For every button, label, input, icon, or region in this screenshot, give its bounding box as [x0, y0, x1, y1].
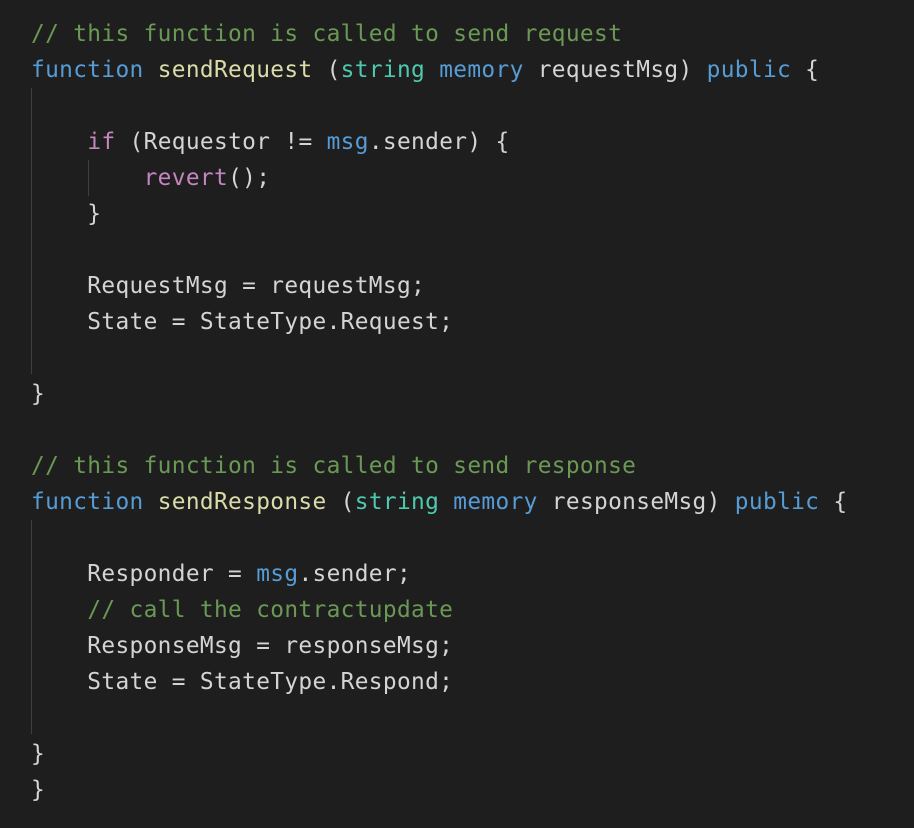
code-line: }: [31, 196, 101, 232]
code-line: // this function is called to send respo…: [31, 448, 636, 484]
code-token: public: [706, 57, 792, 83]
code-line: State = StateType.Request;: [31, 304, 453, 340]
code-line: }: [31, 736, 45, 772]
code-token: }: [31, 381, 46, 407]
code-token: sendRequest: [157, 57, 313, 83]
code-token: }: [31, 741, 46, 767]
code-token: memory: [453, 489, 538, 515]
code-token: revert: [143, 165, 229, 191]
code-token: if: [87, 129, 116, 155]
code-line: function sendRequest (string memory requ…: [31, 52, 819, 88]
code-token: (Requestor !=: [115, 129, 327, 155]
code-token: State = StateType.Request;: [31, 309, 454, 335]
code-line: }: [31, 376, 45, 412]
code-token: msg: [326, 129, 369, 155]
code-token: string: [340, 57, 426, 83]
code-token: {: [791, 57, 820, 83]
code-line: function sendResponse (string memory res…: [31, 484, 847, 520]
code-token: {: [819, 489, 848, 515]
code-line: // call the contractupdate: [31, 592, 453, 628]
code-line: // this function is called to send reque…: [31, 16, 622, 52]
indent-guide: [31, 88, 32, 374]
code-token: // this function is called to send reque…: [31, 21, 623, 47]
code-token: RequestMsg = requestMsg;: [31, 273, 426, 299]
code-token: // this function is called to send respo…: [31, 453, 637, 479]
code-line: revert();: [31, 160, 270, 196]
code-token: msg: [256, 561, 299, 587]
code-token: }: [31, 201, 102, 227]
code-editor[interactable]: // this function is called to send reque…: [0, 0, 914, 828]
code-line: ResponseMsg = responseMsg;: [31, 628, 453, 664]
code-token: ResponseMsg = responseMsg;: [31, 633, 454, 659]
code-token: ();: [228, 165, 271, 191]
code-token: (: [326, 489, 355, 515]
code-token: public: [734, 489, 820, 515]
code-token: function: [31, 57, 144, 83]
code-token: function: [31, 489, 144, 515]
indent-guide: [88, 160, 89, 196]
code-token: State = StateType.Respond;: [31, 669, 454, 695]
code-token: sendResponse: [157, 489, 327, 515]
code-token: .sender) {: [368, 129, 510, 155]
code-line: RequestMsg = requestMsg;: [31, 268, 425, 304]
code-line: }: [31, 772, 45, 808]
code-token: requestMsg): [523, 57, 707, 83]
code-token: Responder =: [31, 561, 257, 587]
code-token: // call the contractupdate: [87, 597, 454, 623]
code-line: if (Requestor != msg.sender) {: [31, 124, 510, 160]
code-token: string: [354, 489, 440, 515]
code-token: }: [31, 777, 46, 803]
code-token: (: [312, 57, 341, 83]
code-token: responseMsg): [537, 489, 735, 515]
code-line: State = StateType.Respond;: [31, 664, 453, 700]
code-token: .sender;: [298, 561, 412, 587]
code-token: memory: [439, 57, 524, 83]
code-line: Responder = msg.sender;: [31, 556, 411, 592]
indent-guide: [31, 520, 32, 734]
